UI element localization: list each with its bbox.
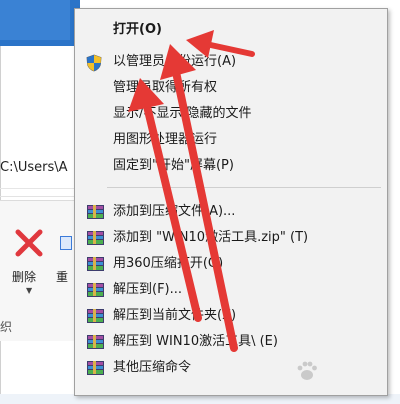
menu-item-run-as-admin[interactable]: 以管理员身份运行(A) bbox=[75, 49, 387, 75]
menu-item-label: 固定到"开始"屏幕(P) bbox=[113, 158, 234, 173]
menu-item-label: 用图形处理器运行 bbox=[113, 132, 218, 147]
context-menu: 打开(O) 以管理员身份运行(A) 管理员取得所有权 显示/不显示 隐藏的文件 … bbox=[74, 8, 388, 396]
menu-item-add-to-zip[interactable]: 添加到 "WIN10激活工具.zip" (T) bbox=[75, 225, 387, 251]
menu-item-label: 解压到(F)... bbox=[113, 282, 183, 297]
menu-item-extract-to-folder[interactable]: 解压到 WIN10激活工具\ (E) bbox=[75, 329, 387, 355]
winrar-icon bbox=[87, 335, 104, 349]
menu-item-label: 显示/不显示 隐藏的文件 bbox=[113, 106, 252, 121]
menu-item-label: 其他压缩命令 bbox=[113, 360, 192, 375]
menu-item-label: 打开(O) bbox=[113, 22, 162, 37]
winrar-icon bbox=[87, 283, 104, 297]
winrar-icon bbox=[87, 231, 104, 245]
menu-item-label: 用360压缩打开(Q) bbox=[113, 256, 224, 271]
paw-icon bbox=[297, 361, 317, 380]
menu-item-label: 解压到当前文件夹(X) bbox=[113, 308, 237, 323]
menu-item-label: 解压到 WIN10激活工具\ (E) bbox=[113, 334, 278, 349]
menu-item-label: 添加到压缩文件(A)... bbox=[113, 204, 236, 219]
delete-icon[interactable] bbox=[14, 228, 44, 258]
organize-group-label: 织 bbox=[0, 320, 13, 334]
menu-item-toggle-hidden-files[interactable]: 显示/不显示 隐藏的文件 bbox=[75, 101, 387, 127]
menu-item-open-with-360[interactable]: 用360压缩打开(Q) bbox=[75, 251, 387, 277]
address-text: C:\Users\A bbox=[0, 160, 68, 175]
menu-item-label: 以管理员身份运行(A) bbox=[113, 54, 237, 69]
menu-separator bbox=[107, 187, 381, 188]
winrar-icon bbox=[87, 257, 104, 271]
rename-icon[interactable] bbox=[60, 236, 72, 250]
winrar-icon bbox=[87, 309, 104, 323]
menu-item-take-ownership[interactable]: 管理员取得所有权 bbox=[75, 75, 387, 101]
ribbon-divider bbox=[0, 196, 80, 197]
menu-item-open[interactable]: 打开(O) bbox=[75, 17, 387, 43]
menu-item-extract-to[interactable]: 解压到(F)... bbox=[75, 277, 387, 303]
chevron-down-icon[interactable]: ▼ bbox=[26, 286, 32, 295]
rename-button-label[interactable]: 重 bbox=[56, 268, 68, 285]
winrar-icon bbox=[87, 361, 104, 375]
explorer-titlebar bbox=[0, 0, 80, 46]
menu-item-add-to-archive[interactable]: 添加到压缩文件(A)... bbox=[75, 199, 387, 225]
menu-item-label: 添加到 "WIN10激活工具.zip" (T) bbox=[113, 230, 309, 245]
menu-item-run-with-gpu[interactable]: 用图形处理器运行 bbox=[75, 127, 387, 153]
delete-button-label[interactable]: 删除 bbox=[12, 268, 36, 285]
winrar-icon bbox=[87, 205, 104, 219]
watermark-logo bbox=[290, 356, 390, 392]
uac-shield-icon bbox=[85, 54, 103, 72]
menu-item-label: 管理员取得所有权 bbox=[113, 80, 218, 95]
menu-item-pin-to-start[interactable]: 固定到"开始"屏幕(P) bbox=[75, 153, 387, 179]
menu-item-extract-here[interactable]: 解压到当前文件夹(X) bbox=[75, 303, 387, 329]
